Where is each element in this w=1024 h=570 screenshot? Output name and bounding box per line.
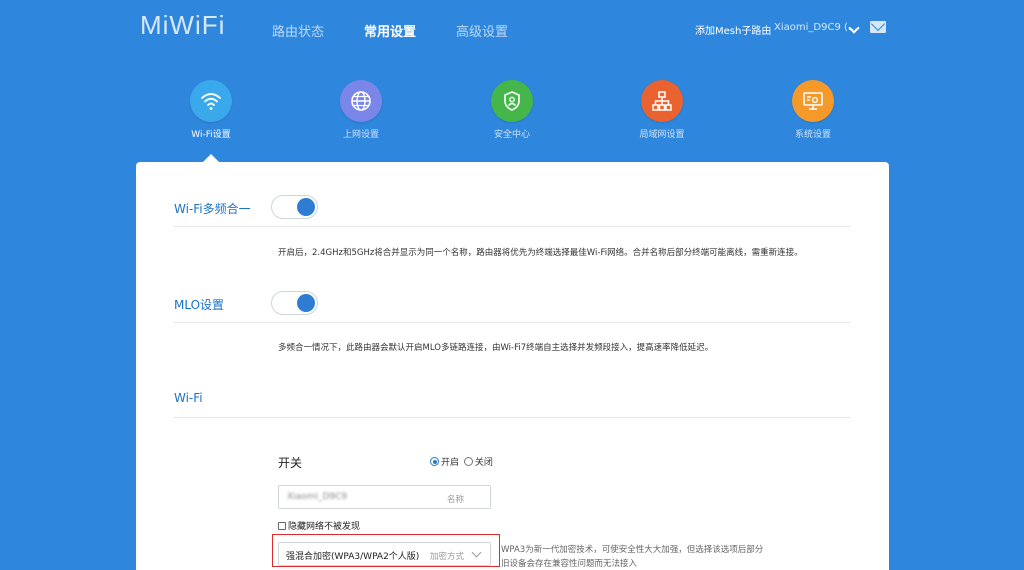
category-label: 系统设置 <box>794 130 831 140</box>
divider <box>174 417 850 418</box>
hide-network-checkbox[interactable] <box>278 522 286 530</box>
category-system-settings[interactable]: 系统设置 <box>768 80 858 140</box>
category-security-center[interactable]: 安全中心 <box>467 80 557 140</box>
multi-band-title: Wi-Fi多频合一 <box>174 202 251 216</box>
wifi-section-title: Wi-Fi <box>174 391 203 405</box>
category-wifi-settings[interactable]: Wi-Fi设置 <box>166 80 256 140</box>
divider <box>174 322 850 323</box>
mlo-toggle[interactable] <box>271 291 318 315</box>
mlo-title: MLO设置 <box>174 298 225 312</box>
add-mesh-link[interactable]: 添加Mesh子路由 <box>695 22 771 37</box>
ssid-placeholder: 名称 <box>446 495 464 505</box>
category-label: 安全中心 <box>493 130 530 140</box>
nav-common-settings[interactable]: 常用设置 <box>364 21 416 40</box>
globe-icon <box>340 80 382 122</box>
radio-off[interactable] <box>463 457 473 466</box>
nav-router-status[interactable]: 路由状态 <box>272 21 324 40</box>
wifi-icon <box>190 80 232 122</box>
settings-panel: Wi-Fi多频合一 开启后，2.4GHz和5GHz将合并显示为同一个名称，路由器… <box>136 162 889 570</box>
ssid-value: Xiaomi_D9C9 <box>287 492 348 502</box>
chevron-down-icon <box>471 547 482 558</box>
nav-advanced-settings[interactable]: 高级设置 <box>456 21 508 40</box>
mail-icon[interactable] <box>870 21 886 33</box>
shield-icon <box>491 80 533 122</box>
router-name[interactable]: Xiaomi_D9C9 (... <box>774 22 857 33</box>
radio-on[interactable] <box>430 457 439 466</box>
miwifi-logo: MiWiFi <box>140 10 226 40</box>
encryption-select[interactable]: 强混合加密(WPA3/WPA2个人版) 加密方式 <box>278 542 491 566</box>
wifi-switch-radios: 开启 关闭 <box>430 455 493 468</box>
category-internet-settings[interactable]: 上网设置 <box>316 80 406 140</box>
wifi-switch-label: 开关 <box>278 456 303 470</box>
toggle-knob <box>297 198 315 216</box>
multi-band-toggle[interactable] <box>271 195 318 219</box>
encryption-placeholder: 加密方式 <box>430 552 465 562</box>
hide-network-label: 隐藏网络不被发现 <box>288 522 361 532</box>
radio-off-label[interactable]: 关闭 <box>475 458 493 468</box>
settings-monitor-icon <box>792 80 834 122</box>
category-label: Wi-Fi设置 <box>191 130 231 140</box>
category-label: 上网设置 <box>342 130 379 140</box>
mlo-description: 多频合一情况下，此路由器会默认开启MLO多链路连接，由Wi-Fi7终端自主选择并… <box>278 343 714 353</box>
category-lan-settings[interactable]: 局域网设置 <box>617 80 707 140</box>
multi-band-description: 开启后，2.4GHz和5GHz将合并显示为同一个名称，路由器将优先为终端选择最佳… <box>278 248 803 258</box>
hide-network-option[interactable]: 隐藏网络不被发现 <box>278 519 360 532</box>
network-icon <box>641 80 683 122</box>
ssid-input[interactable]: Xiaomi_D9C9 名称 <box>278 485 491 509</box>
radio-on-label[interactable]: 开启 <box>441 458 459 468</box>
encryption-note: WPA3为新一代加密技术，可使安全性大大加强，但选择该选项后部分旧设备会存在兼容… <box>501 545 764 569</box>
encryption-value: 强混合加密(WPA3/WPA2个人版) <box>286 552 420 562</box>
category-label: 局域网设置 <box>639 130 685 140</box>
toggle-knob <box>297 294 315 312</box>
divider <box>174 226 850 227</box>
